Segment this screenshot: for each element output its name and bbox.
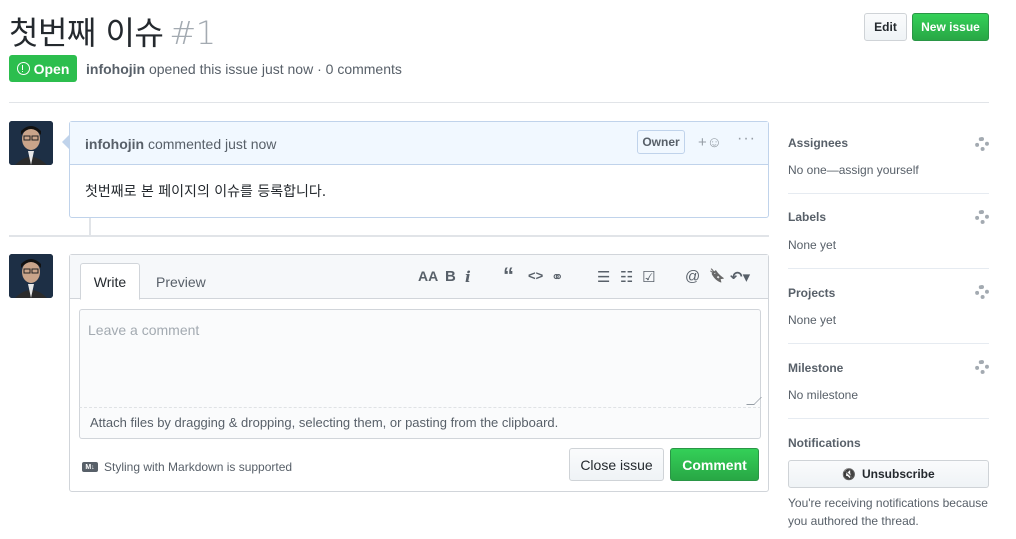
projects-value: None yet <box>788 313 837 327</box>
markdown-note: M↓ Styling with Markdown is supported <box>82 460 292 474</box>
mention-icon[interactable]: @ <box>685 268 700 285</box>
task-list-icon[interactable]: ☑ <box>642 268 655 286</box>
timeline-divider <box>9 235 769 237</box>
status-badge: Open <box>9 55 77 82</box>
divider <box>788 193 989 194</box>
close-issue-button[interactable]: Close issue <box>569 448 664 481</box>
markdown-link[interactable]: Styling with Markdown is supported <box>104 460 292 474</box>
issue-meta-text: opened this issue just now · 0 comments <box>148 61 402 77</box>
bold-icon[interactable]: B <box>445 268 456 285</box>
reply-icon[interactable]: ↶▾ <box>730 268 750 286</box>
issue-opened-icon <box>16 62 30 75</box>
divider <box>788 418 989 419</box>
labels-value: None yet <box>788 238 837 252</box>
issue-title: 첫번째 이슈 #1 <box>9 8 216 54</box>
owner-badge: Owner <box>637 130 685 154</box>
comment-body: 첫번째로 본 페이지의 이슈를 등록합니다. <box>85 184 327 200</box>
comment-textarea[interactable]: Leave a comment <box>79 309 761 408</box>
more-options-icon[interactable]: ··· <box>737 130 756 148</box>
tab-write[interactable]: Write <box>80 263 140 300</box>
editor-tabs: Write Preview AA B i “ <> ⚭ ☰ ☷ ☑ @ 🔖 ↶▾ <box>70 255 768 300</box>
unsubscribe-button[interactable]: 🔇 Unsubscribe <box>788 460 989 488</box>
saved-reply-bookmark-icon[interactable]: 🔖 <box>709 268 725 284</box>
add-reaction-icon[interactable]: +☺ <box>698 134 722 151</box>
new-issue-button[interactable]: New issue <box>912 13 989 41</box>
edit-button[interactable]: Edit <box>864 13 907 41</box>
author-link[interactable]: infohojin <box>86 61 145 77</box>
projects-label[interactable]: Projects <box>788 286 835 300</box>
comment-editor: Write Preview AA B i “ <> ⚭ ☰ ☷ ☑ @ 🔖 ↶▾… <box>69 254 769 492</box>
comment-action: commented just now <box>147 136 277 152</box>
status-label: Open <box>33 60 70 77</box>
assignees-label[interactable]: Assignees <box>788 136 848 150</box>
notifications-reason: You're receiving notifications because y… <box>788 496 988 528</box>
gear-icon[interactable] <box>975 360 989 374</box>
comment-box: infohojin commented just now Owner +☺ ··… <box>62 121 769 218</box>
comment-author-line: infohojin commented just now <box>85 136 276 152</box>
divider <box>9 102 989 103</box>
divider <box>788 343 989 344</box>
italic-icon[interactable]: i <box>465 268 471 286</box>
comment-author[interactable]: infohojin <box>85 136 144 152</box>
issue-number: #1 <box>169 14 216 52</box>
comment-button[interactable]: Comment <box>670 448 759 481</box>
gear-icon[interactable] <box>975 285 989 299</box>
mute-icon: 🔇 <box>842 468 856 481</box>
comment-header: infohojin commented just now Owner +☺ ··… <box>70 122 768 165</box>
numbered-list-icon[interactable]: ☷ <box>620 268 633 286</box>
labels-label[interactable]: Labels <box>788 210 826 224</box>
issue-meta: infohojin opened this issue just now · 0… <box>86 61 402 77</box>
assignees-value[interactable]: No one—assign yourself <box>788 163 919 177</box>
avatar[interactable] <box>9 254 53 298</box>
timeline-connector <box>89 218 91 235</box>
attach-files-dropzone[interactable]: Attach files by dragging & dropping, sel… <box>79 408 761 439</box>
tab-preview[interactable]: Preview <box>144 263 218 300</box>
divider <box>788 268 989 269</box>
quote-icon[interactable]: “ <box>503 263 514 289</box>
issue-title-text: 첫번째 이슈 <box>9 14 164 52</box>
notifications-label: Notifications <box>788 436 861 450</box>
heading-icon[interactable]: AA <box>418 268 438 284</box>
gear-icon[interactable] <box>975 210 989 224</box>
milestone-label[interactable]: Milestone <box>788 361 843 375</box>
avatar[interactable] <box>9 121 53 165</box>
milestone-value: No milestone <box>788 388 859 402</box>
link-icon[interactable]: ⚭ <box>551 268 564 286</box>
bulleted-list-icon[interactable]: ☰ <box>597 268 610 286</box>
gear-icon[interactable] <box>975 137 989 151</box>
unsubscribe-label: Unsubscribe <box>862 467 935 481</box>
markdown-icon: M↓ <box>82 462 98 472</box>
code-icon[interactable]: <> <box>528 268 543 283</box>
